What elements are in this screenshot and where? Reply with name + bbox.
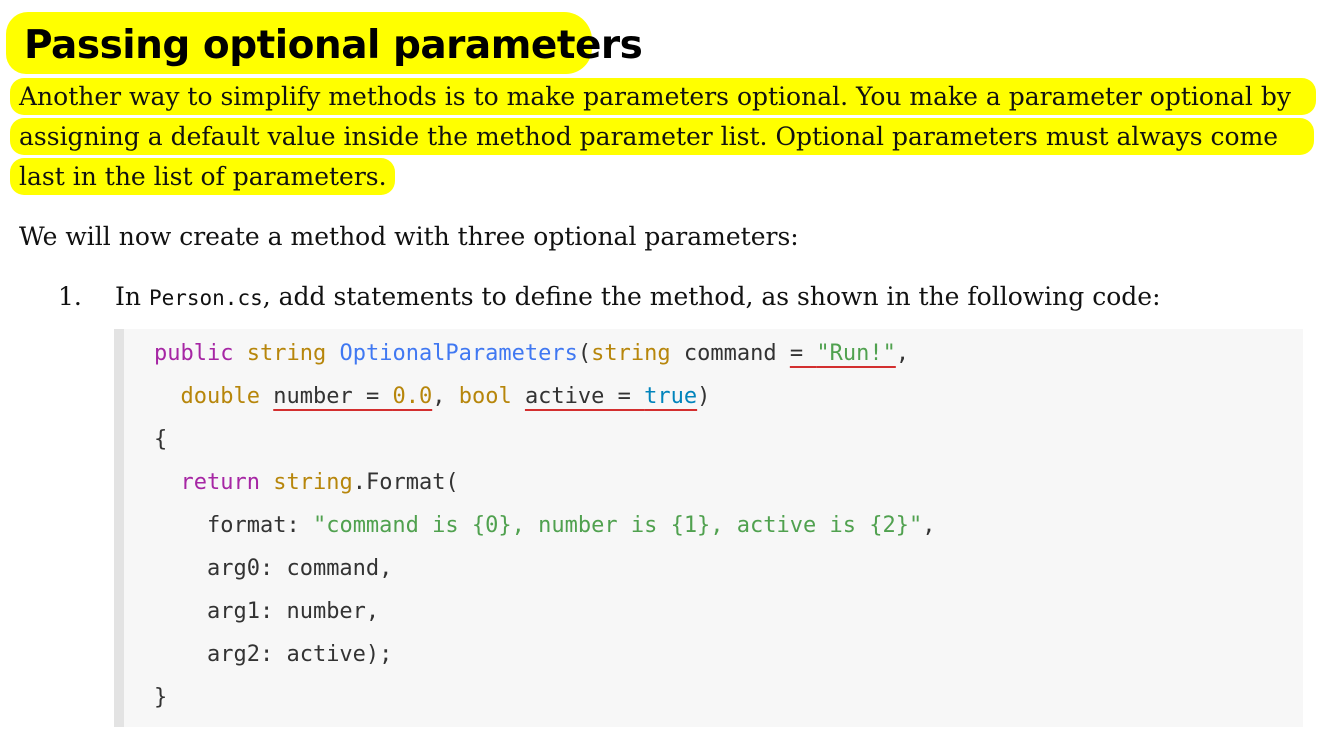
default-value-command: = "Run!" <box>789 341 896 366</box>
intro-line-1: Another way to simplify methods is to ma… <box>19 82 1291 111</box>
code-line-3: { <box>154 427 168 452</box>
code-line-4: return string.Format( <box>180 470 459 495</box>
code-block: public string OptionalParameters(string … <box>114 329 1303 727</box>
code-line-5: format: "command is {0}, number is {1}, … <box>206 513 936 538</box>
intro-line-3: last in the list of parameters. <box>19 162 387 191</box>
list-item-text: In Person.cs, add statements to define t… <box>115 278 1161 317</box>
default-value-number: number = 0.0 <box>273 384 433 409</box>
code-line-7: arg1: number, <box>206 599 380 624</box>
code-line-9: } <box>154 685 168 710</box>
code-line-8: arg2: active); <box>206 642 393 667</box>
intro-line-2: assigning a default value inside the met… <box>19 122 1279 151</box>
step-prefix: In <box>115 282 149 311</box>
step-suffix: , add statements to define the method, a… <box>262 282 1161 311</box>
list-item-number: 1. <box>58 282 82 311</box>
default-value-active: active = true <box>524 384 698 409</box>
inline-code-filename: Person.cs <box>148 286 263 310</box>
code-line-2: double number = 0.0, bool active = true) <box>180 384 711 409</box>
section-heading: Passing optional parameters <box>24 23 643 68</box>
body-paragraph: We will now create a method with three o… <box>19 222 799 251</box>
code-line-1: public string OptionalParameters(string … <box>154 341 910 366</box>
code-line-6: arg0: command, <box>206 556 393 581</box>
heading-highlight: Passing optional parameters <box>6 12 643 74</box>
